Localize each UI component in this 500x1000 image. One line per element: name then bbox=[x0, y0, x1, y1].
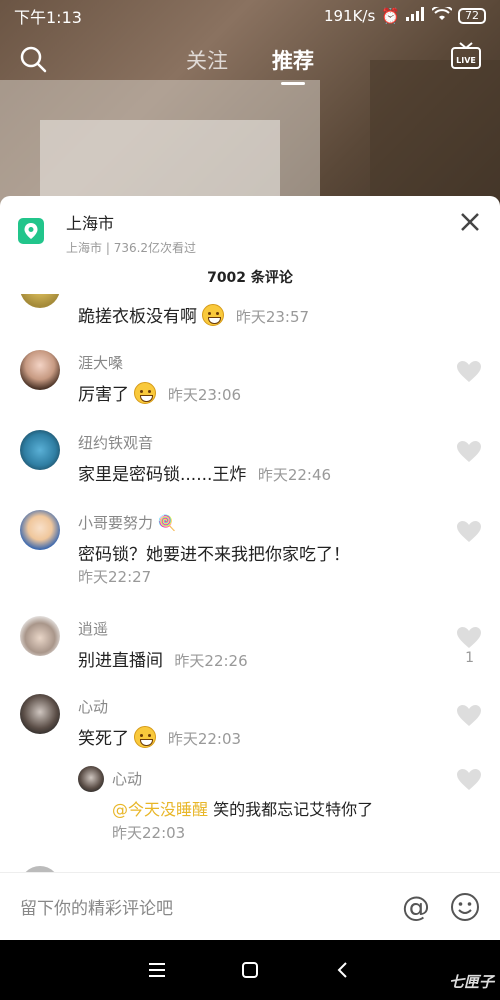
avatar[interactable] bbox=[20, 294, 60, 308]
comment-input-bar: 留下你的精彩评论吧 @ bbox=[0, 872, 500, 940]
smile-emoji-icon bbox=[134, 726, 157, 748]
comment-time: 昨天22:26 bbox=[174, 652, 248, 670]
comment-content: 密码锁？她要进不来我把你家吃了！ bbox=[78, 540, 350, 565]
divider: | bbox=[105, 241, 114, 255]
avatar[interactable] bbox=[20, 510, 60, 550]
live-icon[interactable]: LIVE bbox=[450, 42, 482, 72]
status-time: 下午1:13 bbox=[14, 8, 82, 27]
network-speed: 191K/s bbox=[323, 7, 376, 25]
heart-icon[interactable] bbox=[456, 440, 482, 464]
comment-author[interactable]: 纽约铁观音 bbox=[78, 432, 153, 453]
close-icon[interactable] bbox=[458, 210, 482, 234]
lollipop-icon: 🍭 bbox=[157, 514, 177, 532]
menu-icon[interactable] bbox=[146, 959, 168, 981]
comment-content: 跪搓衣板没有啊 昨天23:57 bbox=[78, 302, 309, 327]
tab-recommended[interactable]: 推荐 bbox=[272, 45, 314, 75]
mention-link[interactable]: @今天没睡醒 bbox=[112, 800, 208, 819]
comment-author[interactable]: 涯大嗓 bbox=[78, 352, 123, 373]
location-pin-icon bbox=[18, 218, 44, 244]
comment-text: 笑死了 bbox=[78, 729, 129, 749]
grin-emoji-icon bbox=[134, 382, 157, 404]
location-views: 736.2亿次看过 bbox=[113, 241, 197, 255]
video-background[interactable] bbox=[0, 0, 500, 220]
heart-icon[interactable] bbox=[456, 626, 482, 650]
alarm-icon: ⏰ bbox=[381, 7, 400, 25]
like-count: 1 bbox=[465, 650, 474, 666]
comment-time: 昨天23:57 bbox=[235, 308, 310, 326]
reply-time: 昨天22:03 bbox=[112, 824, 186, 842]
comment-time: 昨天22:46 bbox=[257, 466, 332, 484]
avatar[interactable] bbox=[20, 694, 60, 734]
comment-author-name: 小哥要努力 bbox=[78, 514, 154, 532]
comment-content: 家里是密码锁......王炸 昨天22:46 bbox=[78, 460, 331, 485]
avatar[interactable] bbox=[78, 766, 104, 792]
comment-text: 密码锁？她要进不来我把你家吃了！ bbox=[78, 545, 350, 565]
back-icon[interactable] bbox=[332, 959, 354, 981]
comment-time: 昨天23:06 bbox=[167, 386, 242, 404]
comment-author[interactable]: 小哥要努力 🍭 bbox=[78, 512, 176, 533]
wifi-icon bbox=[431, 4, 453, 25]
comment-text: 跪搓衣板没有啊 bbox=[78, 307, 197, 327]
location-city: 上海市 bbox=[66, 214, 115, 233]
battery-indicator: 72 bbox=[458, 8, 486, 24]
heart-icon[interactable] bbox=[456, 520, 482, 544]
home-icon[interactable] bbox=[239, 959, 261, 981]
comment-text: 别进直播间 bbox=[78, 651, 163, 671]
comment-text: 厉害了 bbox=[78, 385, 129, 405]
heart-icon[interactable] bbox=[456, 360, 482, 384]
avatar[interactable] bbox=[20, 616, 60, 656]
live-label: LIVE bbox=[456, 56, 476, 65]
heart-icon[interactable] bbox=[456, 768, 482, 792]
comment-content: 厉害了 昨天23:06 bbox=[78, 380, 241, 405]
status-indicators: 191K/s ⏰ 72 bbox=[323, 4, 486, 25]
reply-author[interactable]: 心动 bbox=[112, 768, 142, 789]
tab-following[interactable]: 关注 bbox=[186, 45, 228, 75]
comment-count-title: 7002 条评论 bbox=[207, 270, 293, 286]
grin-emoji-icon bbox=[202, 304, 225, 326]
top-tabs: 关注 推荐 bbox=[0, 38, 500, 82]
comment-sheet: 上海市 上海市 | 736.2亿次看过 7002 条评论 跪搓衣板没有啊 昨天2… bbox=[0, 196, 500, 940]
reply-text: 笑的我都忘记艾特你了 bbox=[213, 800, 374, 819]
comment-input[interactable]: 留下你的精彩评论吧 bbox=[20, 894, 402, 919]
status-bar: 下午1:13 191K/s ⏰ 72 bbox=[0, 0, 500, 32]
comment-content: 笑死了 昨天22:03 bbox=[78, 724, 241, 749]
reply-content: @今天没睡醒 笑的我都忘记艾特你了 bbox=[112, 796, 373, 820]
watermark-logo: 七匣子 bbox=[448, 973, 494, 991]
signal-icon bbox=[406, 7, 426, 25]
avatar[interactable] bbox=[20, 350, 60, 390]
comment-content: 别进直播间 昨天22:26 bbox=[78, 646, 248, 671]
location-sub-city: 上海市 bbox=[66, 241, 103, 255]
comment-text: 家里是密码锁......王炸 bbox=[78, 465, 247, 485]
location-header[interactable]: 上海市 上海市 | 736.2亿次看过 bbox=[0, 196, 500, 262]
comment-list[interactable]: 跪搓衣板没有啊 昨天23:57 涯大嗓 厉害了 昨天23:06 纽约铁观音 家里… bbox=[0, 294, 500, 874]
comment-author[interactable]: 心动 bbox=[78, 696, 108, 717]
location-stats: 上海市 | 736.2亿次看过 bbox=[66, 239, 196, 256]
smile-emoji-icon[interactable] bbox=[450, 892, 480, 922]
comment-author[interactable]: 逍遥 bbox=[78, 618, 108, 639]
comment-time: 昨天22:27 bbox=[78, 568, 152, 586]
heart-icon[interactable] bbox=[456, 704, 482, 728]
comment-time: 昨天22:03 bbox=[167, 730, 242, 748]
at-mention-button[interactable]: @ bbox=[402, 890, 430, 923]
system-navigation-bar bbox=[0, 940, 500, 1000]
avatar[interactable] bbox=[20, 430, 60, 470]
